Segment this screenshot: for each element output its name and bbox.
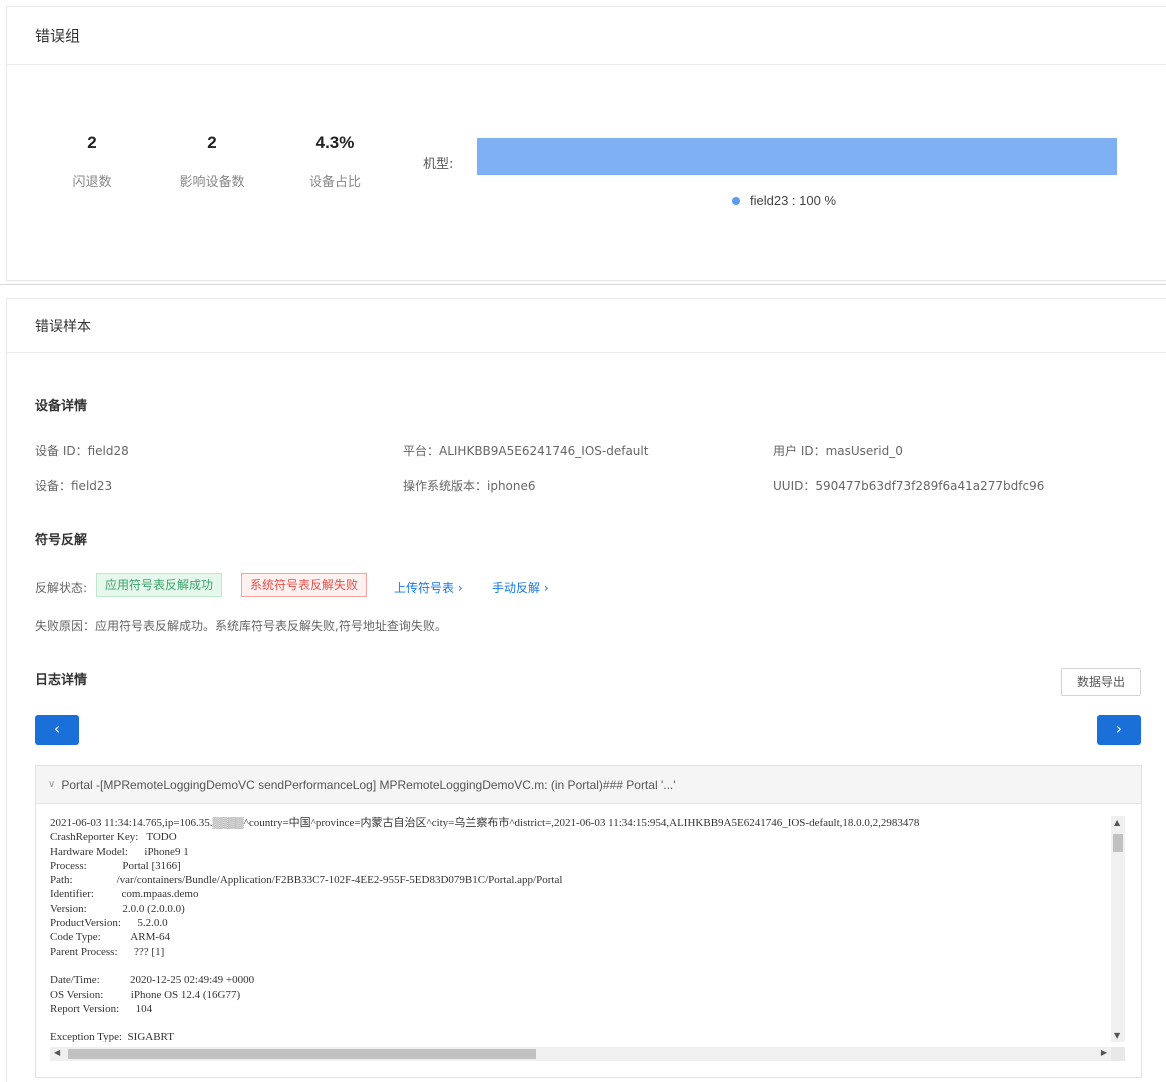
stat-crash-count: 2 闪退数 <box>37 133 147 190</box>
manual-symbolicate-link[interactable]: 手动反解 › <box>492 579 549 596</box>
system-symbol-fail-badge: 系统符号表反解失败 <box>241 573 368 597</box>
scroll-down-arrow-icon[interactable]: ▼ <box>1114 1031 1120 1040</box>
model-distribution-bar <box>477 138 1117 175</box>
horizontal-scrollbar[interactable]: ◀ ▶ <box>50 1047 1111 1061</box>
legend-text: field23 : 100 % <box>750 193 837 208</box>
legend-dot-icon <box>732 196 740 205</box>
manual-symbolicate-link-label: 手动反解 <box>492 581 541 595</box>
chevron-right-icon: › <box>454 581 463 595</box>
vertical-scrollbar[interactable]: ▲ ▼ <box>1111 816 1125 1042</box>
scroll-up-arrow-icon[interactable]: ▲ <box>1114 818 1120 827</box>
log-line: Hardware Model: iPhone9 1 <box>50 845 189 858</box>
app-symbol-success-badge: 应用符号表反解成功 <box>96 573 223 597</box>
stat-value: 2 <box>87 133 97 152</box>
chevron-down-icon: ∨ <box>48 779 56 790</box>
scrollbar-thumb[interactable] <box>1113 834 1123 852</box>
stat-value: 4.3% <box>315 133 355 152</box>
log-line: Report Version: 104 <box>50 1002 153 1015</box>
log-line: Identifier: com.mpaas.demo <box>50 888 199 901</box>
upload-symbol-link[interactable]: 上传符号表 › <box>394 579 463 596</box>
log-line: Path: /var/containers/Bundle/Application… <box>50 874 563 887</box>
stat-label: 设备占比 <box>308 175 361 190</box>
log-line: Date/Time: 2020-12-25 02:49:49 +0000 <box>50 974 255 987</box>
error-group-title: 错误组 <box>7 7 1166 65</box>
stat-label: 闪退数 <box>72 175 112 190</box>
log-panel: ∨ Portal -[MPRemoteLoggingDemoVC sendPer… <box>35 765 1142 1078</box>
log-line: Parent Process: ??? [1] <box>50 945 165 958</box>
next-log-button[interactable]: › <box>1097 715 1141 745</box>
os-version: 操作系统版本：iphone6 <box>403 479 536 493</box>
symbolication-status-label: 反解状态: <box>35 581 88 595</box>
device-details-title: 设备详情 <box>35 399 88 414</box>
error-group-card: 错误组 2 闪退数 2 影响设备数 4.3% 设备占比 机型: field23 … <box>6 6 1166 281</box>
stat-label: 影响设备数 <box>179 175 245 190</box>
stat-value: 2 <box>207 133 217 152</box>
divider <box>0 284 1166 285</box>
scroll-right-arrow-icon[interactable]: ▶ <box>1101 1048 1107 1057</box>
log-line: Process: Portal [3166] <box>50 859 181 872</box>
log-line: Exception Type: SIGABRT <box>50 1031 174 1042</box>
stat-device-ratio: 4.3% 设备占比 <box>280 133 390 190</box>
log-line: CrashReporter Key: TODO <box>50 831 177 844</box>
chevron-right-icon: › <box>540 581 549 595</box>
log-line: Code Type: ARM-64 <box>50 931 171 944</box>
log-line: 2021-06-03 11:34:14.765,ip=106.35.▒▒▒▒^c… <box>50 817 920 829</box>
scroll-left-arrow-icon[interactable]: ◀ <box>54 1048 60 1057</box>
stat-affected-devices: 2 影响设备数 <box>157 133 267 190</box>
scrollbar-thumb[interactable] <box>68 1049 536 1059</box>
model-legend: field23 : 100 % <box>732 193 836 208</box>
failure-reason: 失败原因：应用符号表反解成功。系统库符号表反解失败,符号地址查询失败。 <box>35 619 447 633</box>
log-text-area[interactable]: 2021-06-03 11:34:14.765,ip=106.35.▒▒▒▒^c… <box>50 816 1125 1042</box>
log-panel-header[interactable]: ∨ Portal -[MPRemoteLoggingDemoVC sendPer… <box>36 766 1141 804</box>
error-sample-title: 错误样本 <box>7 299 1166 353</box>
scrollbar-corner <box>1111 1047 1125 1061</box>
log-line: ProductVersion: 5.2.0.0 <box>50 917 168 930</box>
error-sample-card: 错误样本 设备详情 设备 ID：field28 平台：ALIHKBB9A5E62… <box>6 298 1166 1082</box>
log-line: OS Version: iPhone OS 12.4 (16G77) <box>50 988 241 1001</box>
uuid: UUID：590477b63df73f289f6a41a277bdfc96 <box>773 479 1045 493</box>
platform: 平台：ALIHKBB9A5E6241746_IOS-default <box>403 444 649 458</box>
log-header-text: Portal -[MPRemoteLoggingDemoVC sendPerfo… <box>61 777 676 792</box>
device: 设备：field23 <box>35 479 113 493</box>
log-line: Version: 2.0.0 (2.0.0.0) <box>50 902 185 915</box>
upload-symbol-link-label: 上传符号表 <box>394 581 455 595</box>
symbolication-title: 符号反解 <box>35 533 88 548</box>
model-bar-segment <box>477 138 1117 175</box>
log-details-title: 日志详情 <box>35 673 88 688</box>
prev-log-button[interactable]: ‹ <box>35 715 79 745</box>
model-label: 机型: <box>423 157 454 172</box>
user-id: 用户 ID：masUserid_0 <box>773 444 903 458</box>
export-data-button[interactable]: 数据导出 <box>1061 668 1141 696</box>
device-id: 设备 ID：field28 <box>35 444 129 458</box>
